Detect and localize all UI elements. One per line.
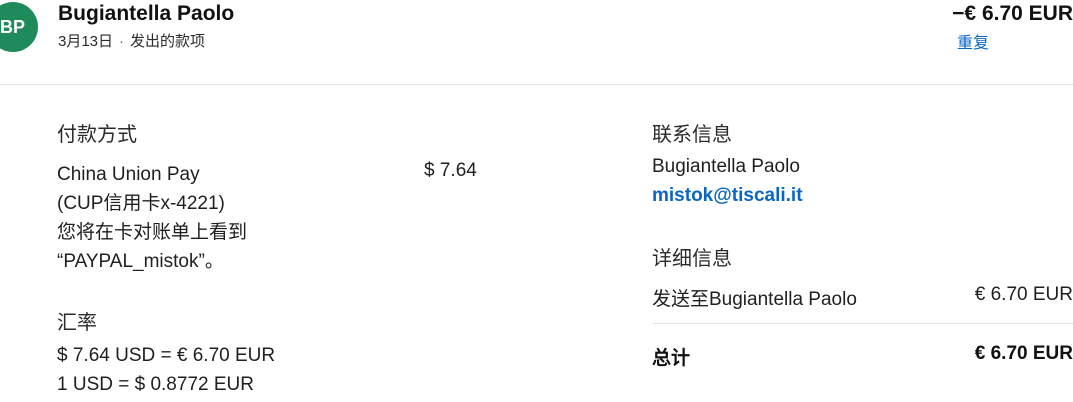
contact-name: Bugiantella Paolo [652,156,800,177]
separator-dot: · [119,33,125,50]
avatar-initials: BP [0,16,26,37]
contact-email-link[interactable]: mistok@tiscali.it [652,185,803,207]
total-amount: € 6.70 EUR [974,343,1073,364]
merchant-name: Bugiantella Paolo [58,2,235,25]
details-divider [652,323,1073,324]
payment-method-heading: 付款方式 [57,124,137,146]
exchange-rate-unit: 1 USD = $ 0.8772 EUR [57,374,254,395]
transaction-detail-page: BP Bugiantella Paolo 3月13日 · 发出的款项 −€ 6.70… [0,0,1073,402]
transaction-amount: −€ 6.70 EUR [952,2,1073,25]
exchange-rate-heading: 汇率 [57,312,97,334]
details-heading: 详细信息 [652,248,732,270]
total-label: 总计 [652,348,691,369]
transaction-date: 3月13日 [58,33,114,50]
transaction-header: BP Bugiantella Paolo 3月13日 · 发出的款项 −€ 6.70… [0,0,1073,84]
payment-method-line: 您将在卡对账单上看到 [57,222,248,243]
contact-heading: 联系信息 [652,124,732,146]
header-divider [0,84,1073,85]
payment-method-description: China Union Pay (CUP信用卡x-4221) 您将在卡对账单上看… [57,160,247,276]
payment-method-amount: $ 7.64 [424,160,477,181]
transaction-subline: 3月13日 · 发出的款项 [58,30,205,51]
sent-to-label: 发送至Bugiantella Paolo [652,289,857,310]
transaction-type: 发出的款项 [130,33,206,50]
payment-method-line: “PAYPAL_mistok”。 [57,251,224,272]
repeat-link[interactable]: 重复 [957,29,989,53]
exchange-rate-conversion: $ 7.64 USD = € 6.70 EUR [57,345,276,366]
avatar: BP [0,2,38,52]
payment-method-line: (CUP信用卡x-4221) [57,193,225,214]
payment-method-line: China Union Pay [57,164,200,185]
sent-to-amount: € 6.70 EUR [974,284,1073,305]
